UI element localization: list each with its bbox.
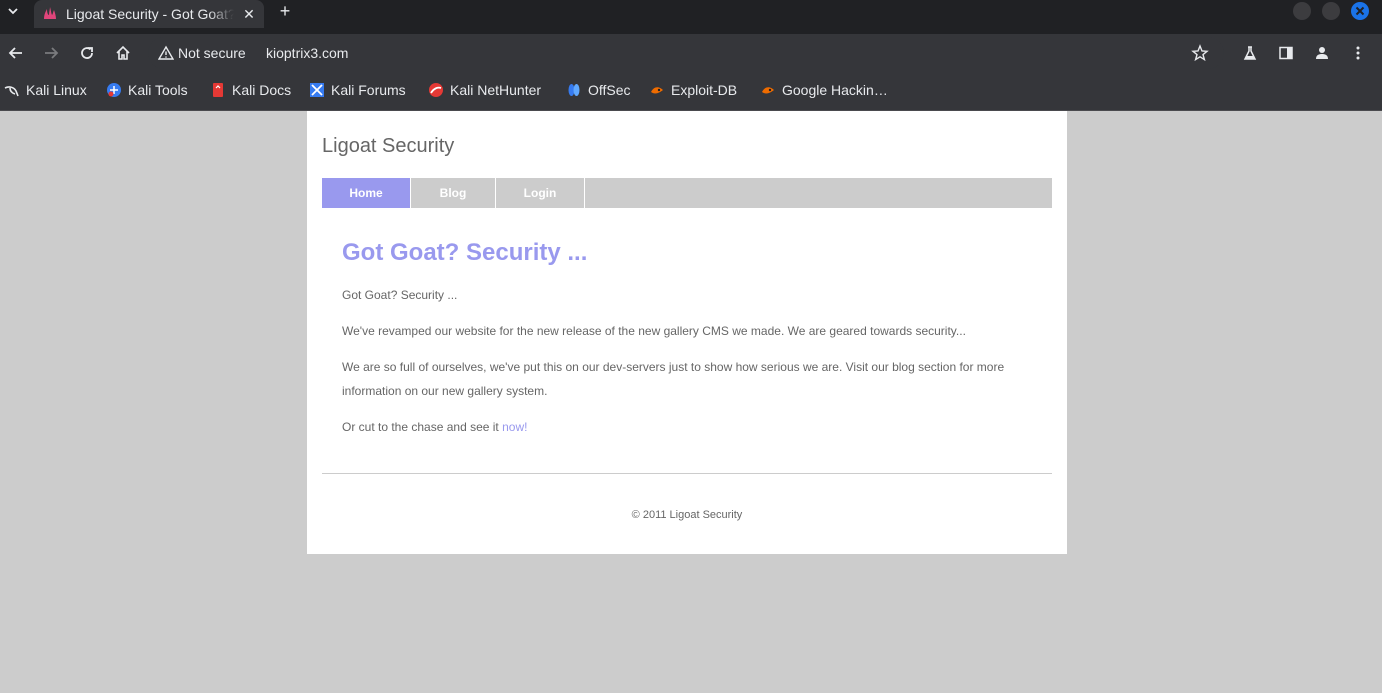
exploit-db-icon <box>651 87 663 94</box>
forward-button[interactable] <box>37 34 65 72</box>
bookmark-offsec[interactable]: OffSec <box>566 72 631 108</box>
chase-text: Or cut to the chase and see it <box>342 420 503 434</box>
bookmark-star-button[interactable] <box>1186 34 1214 72</box>
nav-login[interactable]: Login <box>496 178 585 208</box>
footer-divider <box>322 473 1052 474</box>
nav-home[interactable]: Home <box>322 178 411 208</box>
back-button[interactable] <box>2 34 30 72</box>
new-tab-button[interactable]: + <box>274 0 296 22</box>
security-indicator[interactable]: Not secure <box>158 37 246 69</box>
home-button[interactable] <box>109 34 137 72</box>
bookmark-label: Exploit-DB <box>671 82 738 98</box>
bookmark-label: Kali Tools <box>128 82 188 98</box>
intro-paragraph: Got Goat? Security ... <box>342 288 458 302</box>
kali-tools-icon <box>107 83 121 97</box>
main-content: Got Goat? Security ... Got Goat? Securit… <box>342 239 1032 451</box>
bookmark-kali-linux[interactable]: Kali Linux <box>4 72 87 108</box>
reload-button[interactable] <box>73 34 101 72</box>
nav-blog[interactable]: Blog <box>411 178 496 208</box>
tab-search-button[interactable] <box>0 0 26 22</box>
bookmark-kali-forums[interactable]: Kali Forums <box>309 72 406 108</box>
warning-icon <box>158 45 174 60</box>
home-icon <box>116 45 130 60</box>
bookmark-label: Kali Linux <box>26 82 87 98</box>
profile-button[interactable] <box>1308 34 1336 72</box>
site-title: Ligoat Security <box>322 135 455 157</box>
menu-button[interactable] <box>1344 34 1372 72</box>
bookmark-label: Kali Docs <box>232 82 292 98</box>
arrow-right-icon <box>45 47 59 59</box>
close-icon <box>1355 6 1365 16</box>
bookmark-kali-nethunter[interactable]: Kali NetHunter <box>428 72 541 108</box>
browser-toolbar: Not secure kioptrix3.com <box>0 34 1382 72</box>
ghdb-icon <box>762 87 774 94</box>
revamp-paragraph: We've revamped our website for the new r… <box>342 324 966 338</box>
flask-icon <box>1243 46 1257 60</box>
bookmark-kali-tools[interactable]: Kali Tools <box>106 72 188 108</box>
kali-docs-icon <box>213 83 223 97</box>
maximize-button[interactable] <box>1322 2 1340 20</box>
footer-copyright: © 2011 Ligoat Security <box>631 509 743 521</box>
bookmark-label: Kali NetHunter <box>450 82 542 98</box>
bookmark-label: OffSec <box>588 82 631 98</box>
main-nav: Home Blog Login <box>322 178 1052 208</box>
dev-server-paragraph: We are so full of ourselves, we've put t… <box>342 360 1005 398</box>
arrow-left-icon <box>8 47 22 59</box>
bookmark-label: Kali Forums <box>331 82 406 98</box>
tab-close-icon[interactable]: ✕ <box>240 6 258 23</box>
page-container: Ligoat Security Home Blog Login Got Goat… <box>307 111 1067 554</box>
reload-icon <box>81 47 93 59</box>
star-icon <box>1191 44 1209 62</box>
url-text[interactable]: kioptrix3.com <box>266 37 348 69</box>
chase-paragraph: Or cut to the chase and see it now! <box>342 415 1032 439</box>
more-vertical-icon <box>1356 46 1360 60</box>
bookmark-label: Google Hackin… <box>782 82 888 98</box>
minimize-button[interactable] <box>1293 2 1311 20</box>
tab-strip: Ligoat Security - Got Goat? Security ...… <box>0 0 1382 34</box>
profile-icon <box>1316 47 1328 59</box>
address-bar[interactable]: Not secure kioptrix3.com <box>148 37 1224 69</box>
labs-button[interactable] <box>1236 34 1264 72</box>
bookmark-google-hacking[interactable]: Google Hackin… <box>760 72 888 108</box>
nethunter-icon <box>429 83 443 97</box>
kali-forums-icon <box>310 83 324 97</box>
bookmark-kali-docs[interactable]: Kali Docs <box>210 72 291 108</box>
browser-tab[interactable]: Ligoat Security - Got Goat? Security ...… <box>34 0 264 28</box>
side-panel-icon <box>1279 46 1293 60</box>
now-link[interactable]: now! <box>502 420 527 434</box>
chevron-down-icon <box>8 8 18 15</box>
kali-dragon-icon <box>4 86 19 97</box>
tab-title: Ligoat Security - Got Goat? Security ... <box>66 6 234 22</box>
bookmarks-bar: Kali Linux Kali Tools Kali Docs Kali For… <box>0 72 1382 111</box>
close-window-button[interactable] <box>1351 2 1369 20</box>
page-heading: Got Goat? Security ... <box>342 239 588 266</box>
side-panel-button[interactable] <box>1272 34 1300 72</box>
favicon-icon <box>44 7 56 19</box>
security-label: Not secure <box>178 45 246 61</box>
bookmark-exploit-db[interactable]: Exploit-DB <box>649 72 737 108</box>
offsec-icon <box>568 84 580 96</box>
